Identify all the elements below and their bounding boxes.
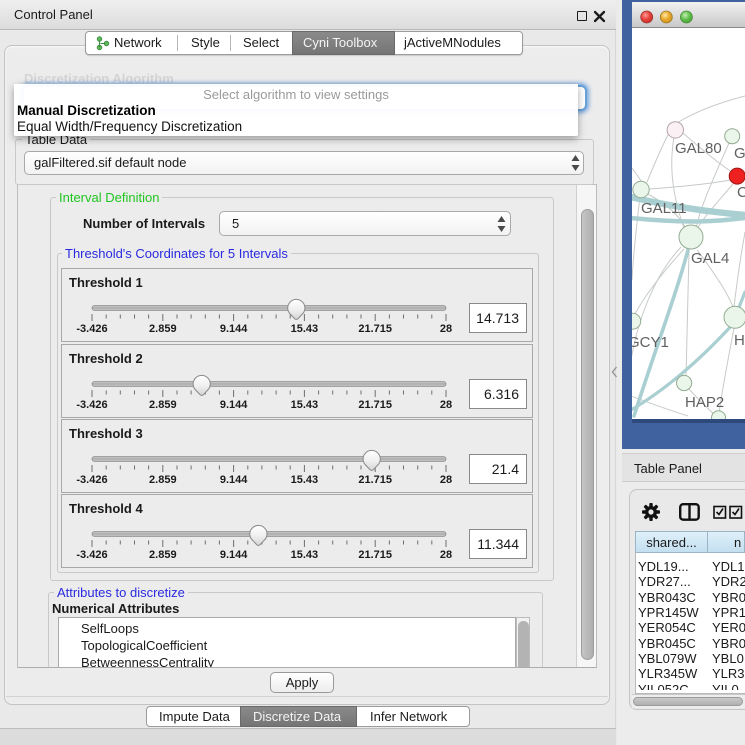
svg-text:GAL4: GAL4 xyxy=(691,250,729,267)
svg-text:-3.426: -3.426 xyxy=(76,474,107,486)
svg-text:9.144: 9.144 xyxy=(220,549,248,561)
svg-text:-3.426: -3.426 xyxy=(76,399,107,411)
svg-text:2.859: 2.859 xyxy=(149,474,177,486)
svg-text:15.43: 15.43 xyxy=(291,474,319,486)
svg-text:15.43: 15.43 xyxy=(291,399,319,411)
svg-text:GAL80: GAL80 xyxy=(675,140,722,157)
svg-text:-3.426: -3.426 xyxy=(76,323,107,335)
svg-text:G.: G. xyxy=(734,145,745,162)
svg-text:C: C xyxy=(737,184,745,201)
svg-text:H: H xyxy=(734,332,745,349)
svg-text:21.715: 21.715 xyxy=(358,549,392,561)
svg-text:9.144: 9.144 xyxy=(220,323,248,335)
svg-text:15.43: 15.43 xyxy=(291,323,319,335)
svg-text:28: 28 xyxy=(440,323,452,335)
svg-text:21.715: 21.715 xyxy=(358,323,392,335)
svg-text:GCY1: GCY1 xyxy=(632,334,669,351)
svg-text:21.715: 21.715 xyxy=(358,399,392,411)
svg-text:28: 28 xyxy=(440,549,452,561)
svg-text:HAP2: HAP2 xyxy=(685,394,724,411)
svg-text:GAL11: GAL11 xyxy=(641,200,687,217)
svg-text:9.144: 9.144 xyxy=(220,399,248,411)
svg-text:21.715: 21.715 xyxy=(358,474,392,486)
svg-text:-3.426: -3.426 xyxy=(76,549,107,561)
svg-text:28: 28 xyxy=(440,474,452,486)
svg-text:2.859: 2.859 xyxy=(149,549,177,561)
svg-text:15.43: 15.43 xyxy=(291,549,319,561)
svg-text:28: 28 xyxy=(440,399,452,411)
svg-text:9.144: 9.144 xyxy=(220,474,248,486)
svg-text:2.859: 2.859 xyxy=(149,323,177,335)
svg-text:2.859: 2.859 xyxy=(149,399,177,411)
